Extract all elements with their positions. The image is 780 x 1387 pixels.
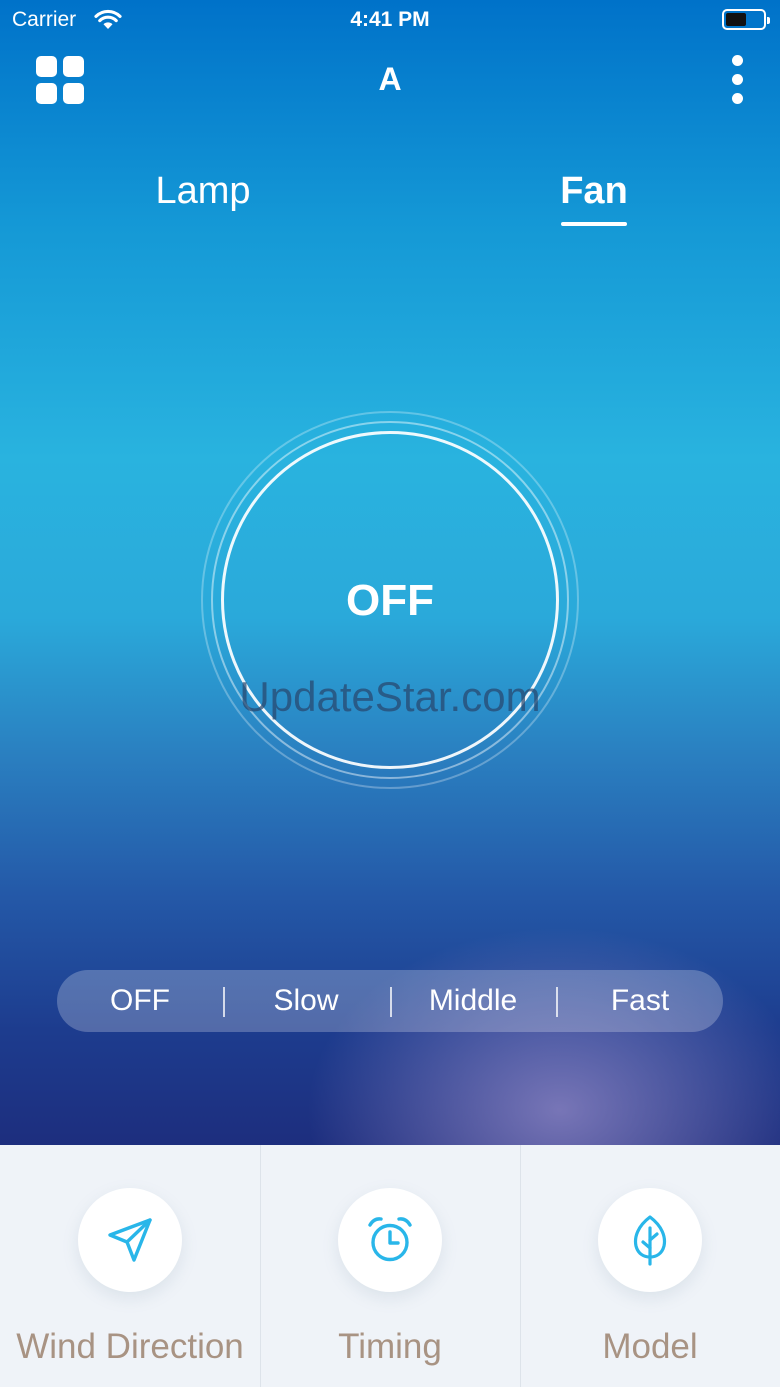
timing-label: Timing — [338, 1327, 442, 1366]
battery-icon — [722, 9, 770, 30]
send-icon — [108, 1218, 152, 1262]
speed-option-middle[interactable]: Middle — [390, 970, 556, 1032]
model-button[interactable]: Model — [520, 1145, 780, 1387]
more-options-icon[interactable] — [726, 54, 750, 106]
timing-icon-circle — [338, 1188, 442, 1292]
model-icon-circle — [598, 1188, 702, 1292]
wind-direction-label: Wind Direction — [16, 1327, 244, 1366]
wind-direction-icon-circle — [78, 1188, 182, 1292]
power-state-label: OFF — [346, 576, 434, 625]
status-bar: Carrier 4:41 PM — [0, 0, 780, 40]
clock: 4:41 PM — [350, 8, 430, 31]
wind-direction-button[interactable]: Wind Direction — [0, 1145, 260, 1387]
alarm-clock-icon — [368, 1217, 412, 1262]
tab-lamp[interactable]: Lamp — [120, 170, 286, 213]
speed-option-off[interactable]: OFF — [57, 970, 223, 1032]
tab-fan[interactable]: Fan — [520, 170, 668, 213]
speed-selector: OFF Slow Middle Fast — [57, 970, 723, 1032]
watermark: UpdateStar.com — [239, 673, 541, 720]
timing-button[interactable]: Timing — [260, 1145, 520, 1387]
bottom-action-panel: Wind Direction Timing Model — [0, 1145, 780, 1387]
active-tab-indicator — [561, 222, 627, 226]
model-label: Model — [602, 1327, 698, 1366]
leaf-icon — [633, 1215, 667, 1266]
speed-option-fast[interactable]: Fast — [557, 970, 723, 1032]
page-title: A — [378, 61, 402, 97]
speed-option-slow[interactable]: Slow — [223, 970, 389, 1032]
fan-control-area: Carrier 4:41 PM A Lamp Fan OFF UpdateSta… — [0, 0, 780, 1145]
